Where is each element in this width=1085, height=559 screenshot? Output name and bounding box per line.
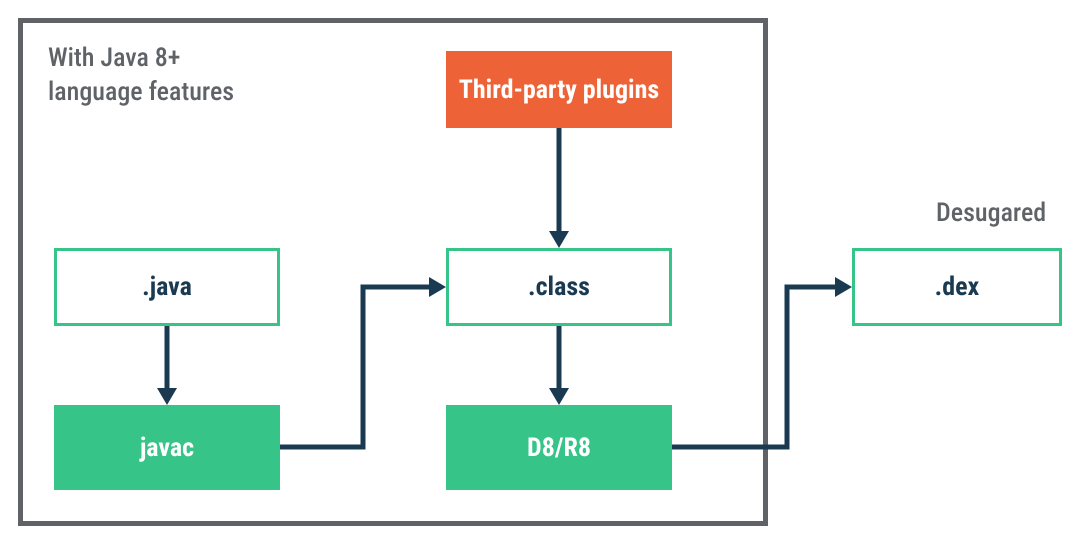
arrow-d8r8-to-dex bbox=[0, 0, 1085, 559]
